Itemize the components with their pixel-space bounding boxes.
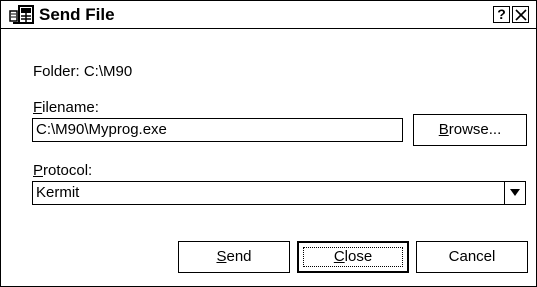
protocol-select[interactable]: Kermit bbox=[32, 181, 526, 205]
send-button-label: end bbox=[226, 248, 252, 265]
filename-label: Filename: bbox=[33, 99, 99, 117]
title-bar[interactable]: Send File ? bbox=[1, 1, 536, 29]
window-title: Send File bbox=[39, 5, 115, 24]
browse-button-accelerator: B bbox=[438, 121, 449, 138]
protocol-selected-value: Kermit bbox=[36, 184, 80, 201]
browse-button-label: rowse... bbox=[448, 121, 502, 138]
filename-label-accelerator: F bbox=[33, 99, 43, 116]
protocol-dropdown-button[interactable] bbox=[504, 182, 525, 204]
send-button[interactable]: Send bbox=[178, 241, 290, 273]
protocol-label-rest: rotocol: bbox=[43, 162, 93, 179]
browse-button[interactable]: Browse... bbox=[413, 114, 527, 146]
close-button[interactable]: Close bbox=[297, 241, 409, 273]
protocol-label-accelerator: P bbox=[33, 162, 44, 179]
help-button[interactable]: ? bbox=[493, 6, 510, 23]
chevron-down-icon bbox=[510, 189, 520, 196]
folder-text: Folder: C:\M90 bbox=[33, 63, 133, 80]
send-file-app-icon bbox=[9, 5, 35, 25]
cancel-button[interactable]: Cancel bbox=[416, 241, 528, 273]
window-close-button[interactable] bbox=[512, 6, 529, 23]
close-button-label: lose bbox=[344, 248, 373, 265]
send-button-accelerator: S bbox=[216, 248, 227, 265]
filename-label-rest: ilename: bbox=[42, 99, 99, 116]
send-file-dialog: Send File ? Folder: C:\M90 Filename: C:\… bbox=[0, 0, 537, 287]
cancel-button-label: Cancel bbox=[448, 248, 496, 265]
filename-input[interactable]: C:\M90\Myprog.exe bbox=[32, 118, 403, 142]
close-button-accelerator: C bbox=[333, 248, 345, 265]
protocol-label: Protocol: bbox=[33, 162, 92, 180]
close-icon bbox=[515, 9, 527, 21]
